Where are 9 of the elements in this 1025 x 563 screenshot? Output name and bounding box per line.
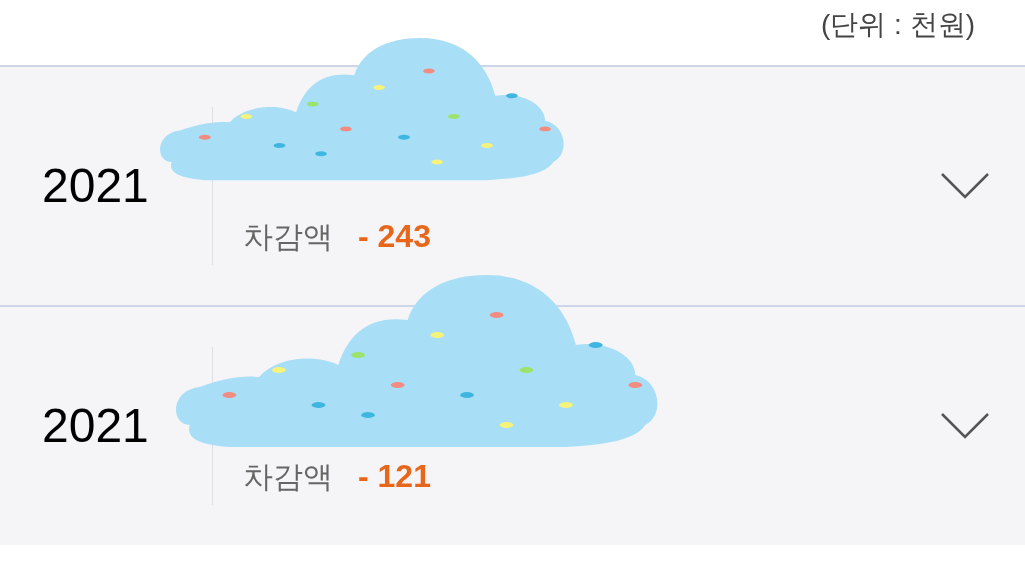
chevron-icon[interactable] <box>940 172 990 200</box>
chevron-icon[interactable] <box>940 412 990 440</box>
deduction-value: - 243 <box>358 217 431 256</box>
unit-note: (단위 : 천원) <box>821 8 975 42</box>
deduction-label: 차감액 <box>243 219 333 255</box>
deduction-label: 차감액 <box>243 459 333 495</box>
year-label: 2021 <box>42 398 150 454</box>
deduction-value: - 121 <box>358 457 431 496</box>
year-label: 2021 <box>42 158 150 214</box>
